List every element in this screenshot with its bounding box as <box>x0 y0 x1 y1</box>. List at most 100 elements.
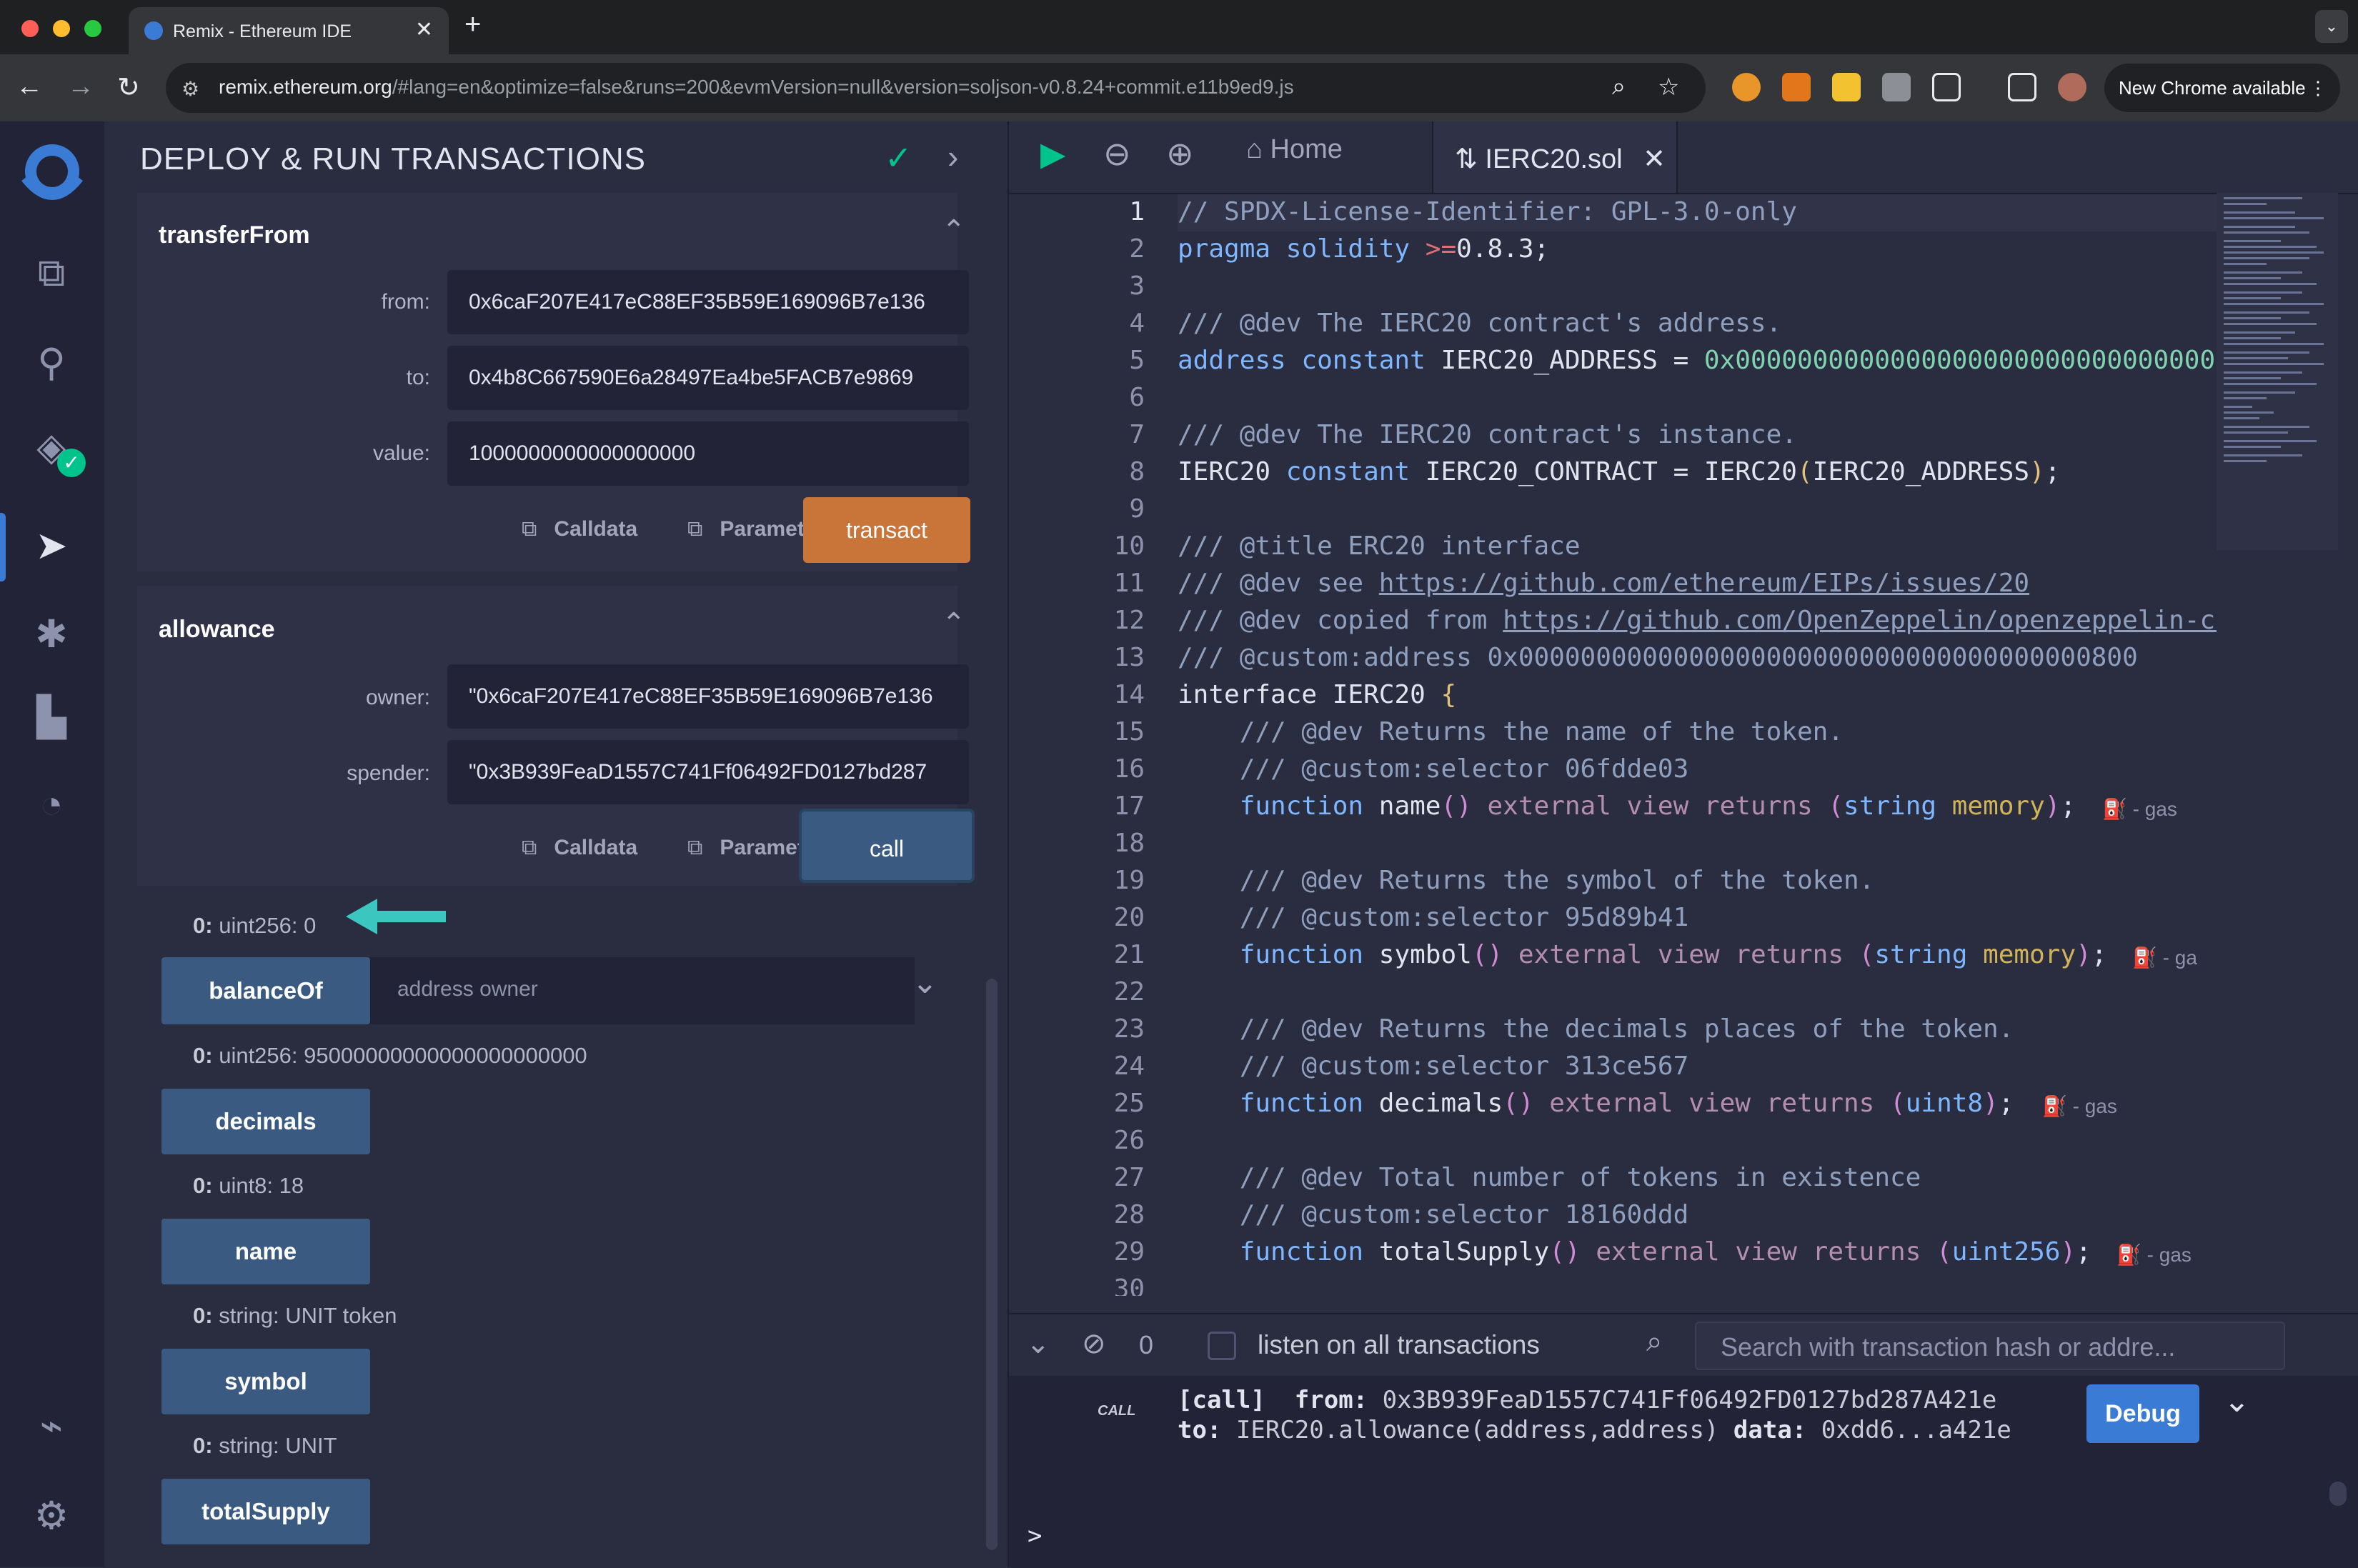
extension-tool-icon[interactable] <box>1882 73 1911 101</box>
minimap-line <box>2224 431 2288 434</box>
decimals-button[interactable]: decimals <box>161 1089 370 1154</box>
collapse-chevron-up-icon[interactable]: ⌃ <box>942 607 966 640</box>
collapse-chevron-up-icon[interactable]: ⌃ <box>942 214 966 247</box>
browser-tab[interactable]: Remix - Ethereum IDE ✕ <box>129 7 449 54</box>
extensions-puzzle-icon[interactable] <box>1932 73 1961 101</box>
transaction-search-input[interactable]: Search with transaction hash or addre... <box>1695 1322 2285 1370</box>
name-button[interactable]: name <box>161 1219 370 1284</box>
balanceof-input[interactable]: address owner <box>397 977 538 1002</box>
bookmark-star-icon[interactable]: ☆ <box>1658 73 1679 101</box>
copy-calldata-button[interactable]: ⧉ Calldata <box>522 517 637 541</box>
debug-button[interactable]: Debug <box>2086 1384 2199 1443</box>
minimap-line <box>2224 251 2324 254</box>
owner-input[interactable]: "0x6caF207E417eC88EF35B59E169096B7e136 <box>447 664 969 729</box>
side-panel-icon[interactable] <box>2008 73 2036 101</box>
extension-face-icon[interactable] <box>1832 73 1861 101</box>
code-editor[interactable]: 1 2 3 4 5 6 7 8 9 10 11 12 13 14 15 16 1… <box>1009 193 2217 1423</box>
transact-button[interactable]: transact <box>803 497 970 563</box>
expand-log-chevron-icon[interactable]: ⌄ <box>2224 1383 2250 1419</box>
minimize-window-button[interactable] <box>53 20 70 37</box>
name-result: 0: string: UNIT token <box>193 1303 397 1328</box>
symbol-button[interactable]: symbol <box>161 1349 370 1414</box>
gas-estimate: ⛽ - gas <box>2042 1095 2117 1117</box>
solidity-compiler-icon[interactable]: ◈ ✓ <box>26 421 86 477</box>
learneth-icon[interactable]: ▙ <box>26 691 77 743</box>
copy-calldata-button[interactable]: ⧉ Calldata <box>522 836 637 860</box>
new-chrome-available-button[interactable]: New Chrome available ⋮ <box>2104 64 2340 112</box>
panel-scrollbar[interactable] <box>986 979 998 1550</box>
browser-tab-bar: Remix - Ethereum IDE ✕ + ⌄ <box>0 0 2358 54</box>
to-input[interactable]: 0x4b8C667590E6a28497Ea4be5FACB7e9869 <box>447 346 969 410</box>
code-line: /// @dev Returns the name of the token. <box>1178 717 1844 746</box>
transferfrom-title: transferFrom <box>159 221 310 249</box>
profile-avatar[interactable] <box>2058 73 2086 101</box>
code-line: /// @custom:address 0x000000000000000000… <box>1178 643 2138 672</box>
reload-icon[interactable]: ↻ <box>117 71 140 104</box>
search-icon[interactable]: ⚲ <box>26 337 77 389</box>
spender-input[interactable]: "0x3B939FeaD1557C741Ff06492FD0127bd287 <box>447 740 969 804</box>
code-link[interactable]: https://github.com/OpenZeppelin/openzepp… <box>1503 606 2217 635</box>
tab-search-icon[interactable]: ⌄ <box>2315 10 2348 43</box>
address-bar[interactable]: ⚙ remix.ethereum.org/#lang=en&optimize=f… <box>166 63 1706 113</box>
plugin-manager-icon[interactable]: ⌁ <box>26 1400 77 1452</box>
terminal-scrollbar[interactable] <box>2329 1482 2347 1506</box>
code-minimap[interactable] <box>2217 193 2338 550</box>
remix-favicon-icon <box>144 21 163 40</box>
tab-ierc20-sol[interactable]: ⇅ IERC20.sol ✕ <box>1432 121 1678 193</box>
from-input[interactable]: 0x6caF207E417eC88EF35B59E169096B7e136 <box>447 270 969 334</box>
code-line: /// @dev Total number of tokens in exist… <box>1178 1163 1921 1192</box>
minimap-line <box>2224 454 2302 456</box>
minimap-line <box>2224 283 2317 285</box>
tab-close-icon[interactable]: ✕ <box>415 17 433 42</box>
minimap-line <box>2224 211 2295 214</box>
active-plugin-indicator <box>0 513 6 581</box>
code-line: interface IERC20 { <box>1178 680 1457 709</box>
chevron-right-icon[interactable]: › <box>947 137 958 176</box>
extension-metamask-icon[interactable] <box>1782 73 1811 101</box>
zoom-in-icon[interactable]: ⊕ <box>1166 134 1194 173</box>
code-line: /// @custom:selector 95d89b41 <box>1178 903 1689 932</box>
close-tab-icon[interactable]: ✕ <box>1643 144 1666 174</box>
debugger-icon[interactable]: ✱ <box>26 609 77 660</box>
minimap-line <box>2224 291 2302 294</box>
chrome-menu-icon[interactable]: ⋮ <box>2309 64 2327 112</box>
icon-rail: ⧉ ⚲ ◈ ✓ ➤ ✱ ▙ ◔ ⌁ ⚙ <box>0 121 106 1567</box>
value-input[interactable]: 1000000000000000000 <box>447 421 969 486</box>
back-icon[interactable]: ← <box>16 71 43 102</box>
code-line: function symbol() external view returns … <box>1178 940 2107 969</box>
totalsupply-button[interactable]: totalSupply <box>161 1479 370 1544</box>
call-button[interactable]: call <box>799 809 975 883</box>
code-link[interactable]: https://github.com/ethereum/EIPs/issues/… <box>1379 569 2029 598</box>
balanceof-button[interactable]: balanceOf <box>161 957 370 1024</box>
code-line: function totalSupply() external view ret… <box>1178 1237 2091 1267</box>
pending-transactions-count: 0 <box>1139 1330 1154 1359</box>
home-icon: ⌂ <box>1246 134 1263 164</box>
remix-logo-icon[interactable] <box>10 136 94 214</box>
zoom-icon[interactable]: ⌕ <box>1612 73 1626 101</box>
close-window-button[interactable] <box>21 20 39 37</box>
forward-icon[interactable]: → <box>67 71 94 102</box>
log-line: [call] from: 0x3B939FeaD1557C741Ff06492F… <box>1178 1386 1997 1414</box>
minimap-line <box>2224 363 2324 365</box>
file-explorer-icon[interactable]: ⧉ <box>26 247 77 299</box>
analytics-icon[interactable]: ◔ <box>26 779 77 830</box>
minimap-line <box>2224 426 2309 428</box>
settings-gear-icon[interactable]: ⚙ <box>26 1490 77 1542</box>
tab-home[interactable]: ⌂ Home <box>1246 134 1343 165</box>
extension-bitcoin-icon[interactable] <box>1732 73 1761 101</box>
site-settings-icon[interactable]: ⚙ <box>181 77 199 101</box>
gas-pump-icon: ⛽ <box>2116 1244 2141 1266</box>
run-script-icon[interactable]: ▶ <box>1040 134 1065 173</box>
new-tab-icon[interactable]: + <box>464 9 481 41</box>
expand-chevron-down-icon[interactable]: ⌄ <box>912 964 938 1001</box>
zoom-out-icon[interactable]: ⊖ <box>1103 134 1131 173</box>
copy-icon: ⧉ <box>687 517 703 541</box>
deploy-run-panel: DEPLOY & RUN TRANSACTIONS ✓ › transferFr… <box>104 121 1008 1567</box>
transferfrom-card: transferFrom ⌃ from: 0x6caF207E417eC88EF… <box>137 193 970 571</box>
console-prompt[interactable]: > <box>1028 1522 1042 1550</box>
collapse-terminal-icon[interactable]: ⌄ <box>1026 1327 1050 1360</box>
listen-all-checkbox[interactable] <box>1208 1332 1236 1360</box>
deploy-run-icon[interactable]: ➤ <box>26 520 77 571</box>
maximize-window-button[interactable] <box>84 20 101 37</box>
clear-console-icon[interactable]: ⊘ <box>1082 1327 1106 1360</box>
